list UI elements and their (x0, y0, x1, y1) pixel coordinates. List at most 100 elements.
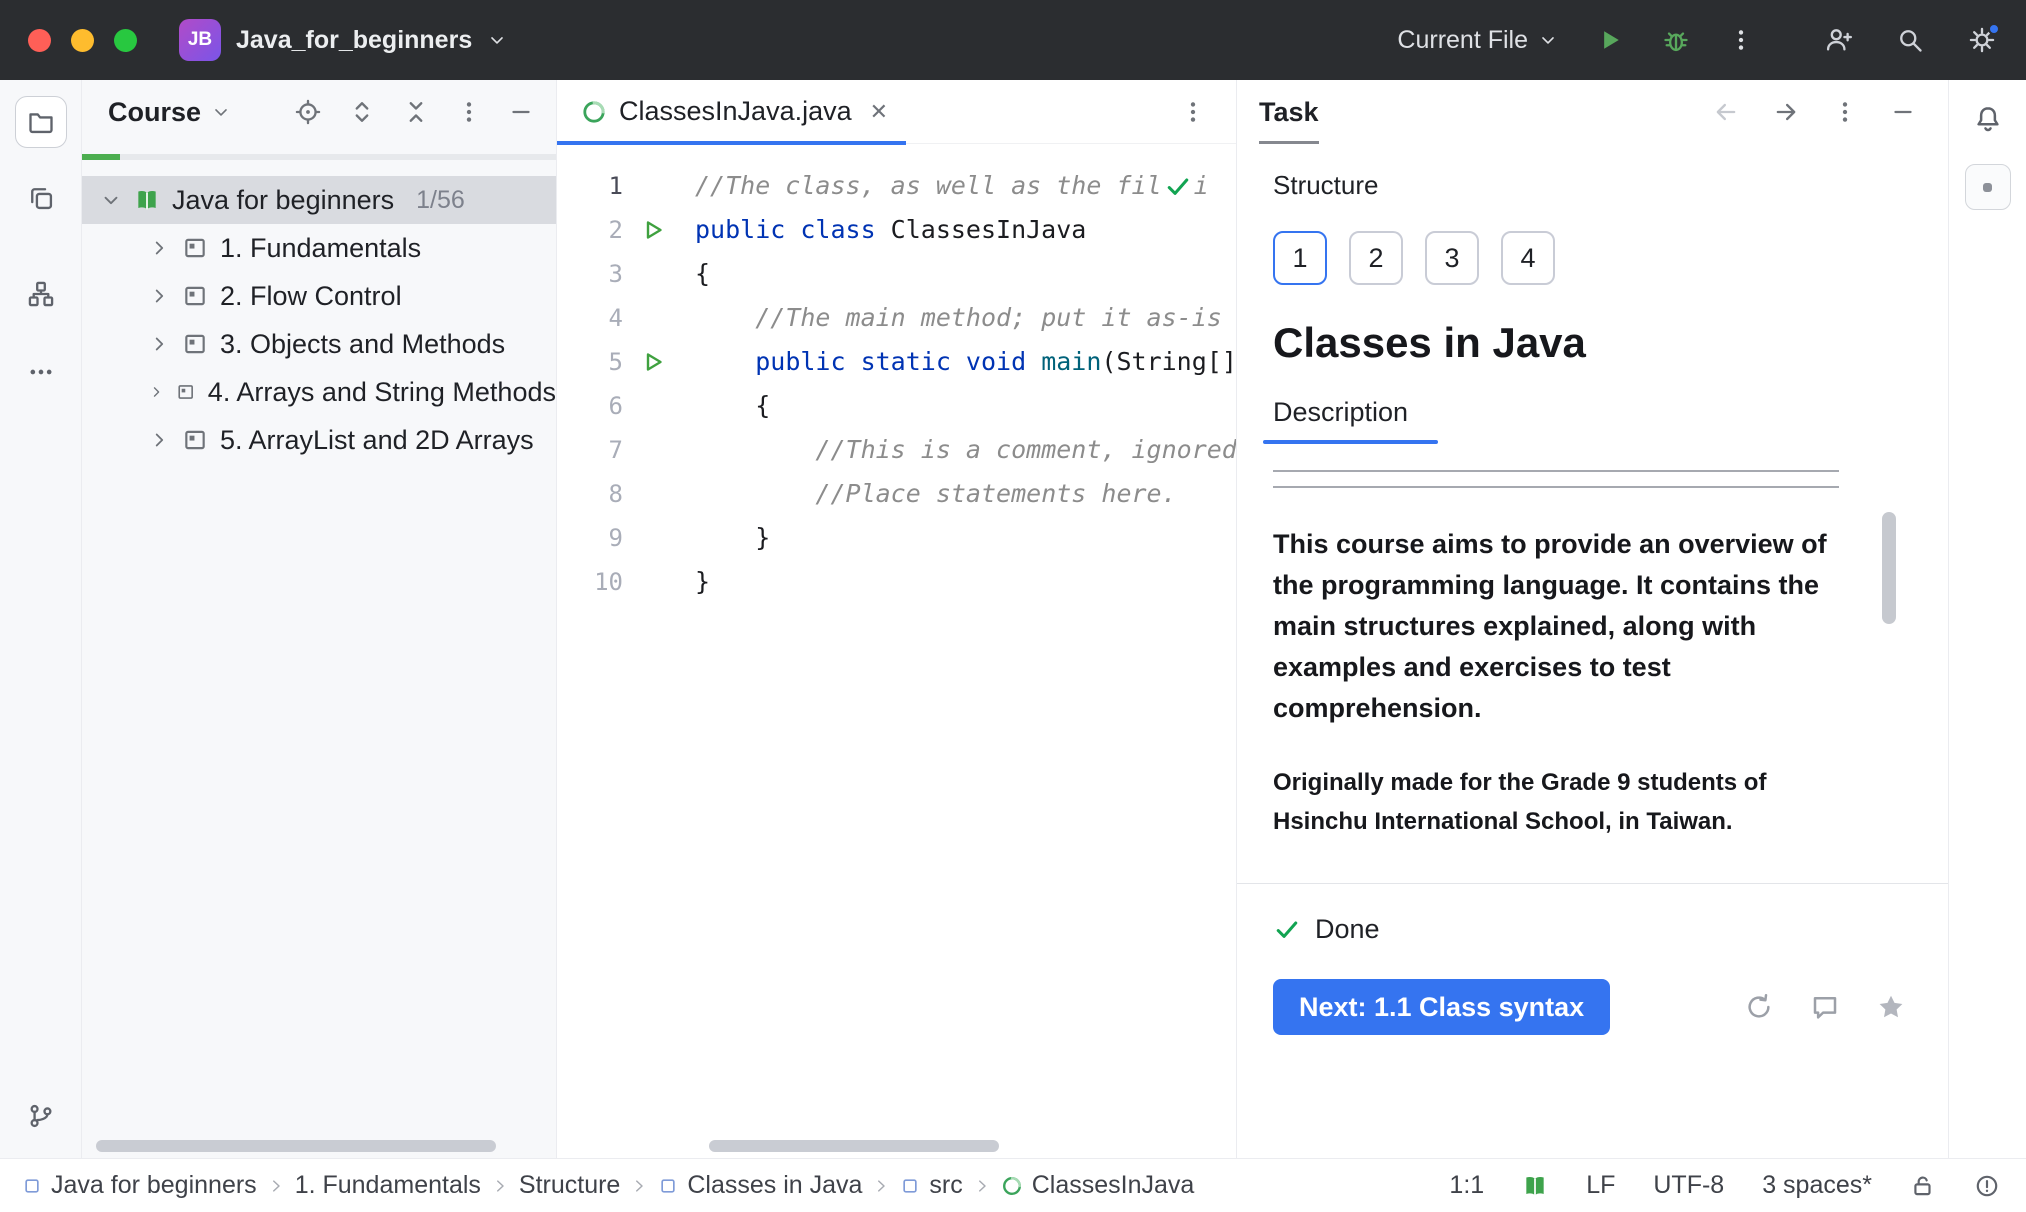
tree-item-lesson-1[interactable]: 1. Fundamentals (82, 224, 556, 272)
tree-item-lesson-3[interactable]: 3. Objects and Methods (82, 320, 556, 368)
line-number: 6 (608, 392, 623, 420)
breadcrumb-item[interactable]: Java for beginners (22, 1171, 257, 1200)
hide-panel-icon[interactable] (1890, 99, 1916, 125)
chevron-down-icon[interactable] (100, 189, 122, 211)
tree-item-lesson-4[interactable]: 4. Arrays and String Methods (82, 368, 556, 416)
code-text: { (695, 391, 771, 420)
course-panel-title: Course (108, 96, 202, 127)
version-control-button[interactable] (15, 1094, 67, 1138)
run-toolbar: Current File (1397, 26, 1754, 55)
forward-arrow-icon[interactable] (1772, 98, 1800, 126)
editor-options-icon[interactable] (1180, 99, 1206, 125)
lock-icon[interactable] (1910, 1173, 1936, 1199)
task-step-3[interactable]: 3 (1425, 231, 1479, 285)
encoding-widget[interactable]: UTF-8 (1653, 1171, 1724, 1200)
project-tool-window-button[interactable] (14, 96, 67, 148)
horizontal-scrollbar[interactable] (96, 1140, 496, 1152)
task-panel: Task Structure 1 2 3 4 Classes in Java D… (1236, 80, 1948, 1158)
run-button-icon[interactable] (1596, 26, 1624, 54)
description-note: Originally made for the Grade 9 students… (1273, 769, 1767, 835)
code-area[interactable]: 1 2 3 4 5 6 7 8 9 10 //The class, as wel… (557, 144, 1236, 1158)
tab-description[interactable]: Description (1262, 397, 1439, 444)
code-line[interactable]: //The main method; put it as-is (695, 296, 1236, 340)
gutter-row: 1 (557, 164, 695, 208)
task-step-2[interactable]: 2 (1349, 231, 1403, 285)
chevron-right-icon[interactable] (148, 285, 170, 307)
breadcrumb-item[interactable]: src (900, 1171, 963, 1200)
tree-item-label: 2. Flow Control (220, 280, 402, 311)
code-line[interactable]: //Place statements here. (695, 472, 1236, 516)
close-tab-icon[interactable]: ✕ (870, 100, 888, 123)
gutter-row: 4 (557, 296, 695, 340)
breadcrumb-item[interactable]: Structure (519, 1171, 620, 1200)
breadcrumb-item[interactable]: Classes in Java (658, 1171, 862, 1200)
code-line[interactable]: public class ClassesInJava (695, 208, 1236, 252)
chevron-right-icon[interactable] (148, 429, 170, 451)
run-config-selector[interactable]: Current File (1397, 26, 1558, 55)
code-line[interactable]: } (695, 516, 1236, 560)
code-line[interactable]: //The class, as well as the fil i (695, 164, 1236, 208)
select-opened-file-icon[interactable] (294, 98, 322, 126)
search-icon[interactable] (1896, 26, 1924, 54)
chevron-right-icon[interactable] (148, 237, 170, 259)
chevron-right-icon[interactable] (148, 333, 170, 355)
line-number: 10 (594, 568, 623, 596)
tree-item-course-root[interactable]: Java for beginners 1/56 (82, 176, 556, 224)
chevron-right-icon[interactable] (148, 381, 164, 403)
course-panel-toolbar (294, 98, 534, 126)
notifications-bell-icon[interactable] (1973, 104, 2003, 134)
vertical-scrollbar[interactable] (1882, 512, 1896, 624)
breadcrumb-item[interactable]: 1. Fundamentals (295, 1171, 481, 1200)
course-book-icon[interactable] (1522, 1173, 1548, 1199)
project-name: Java_for_beginners (236, 25, 473, 54)
ide-window: JB Java_for_beginners Current File Cours… (0, 0, 2026, 1212)
run-method-icon[interactable] (641, 350, 665, 374)
next-task-button[interactable]: Next: 1.1 Class syntax (1273, 979, 1611, 1035)
code-line[interactable]: public static void main(String[] (695, 340, 1236, 384)
task-step-1[interactable]: 1 (1273, 231, 1327, 285)
minimize-window-button[interactable] (71, 28, 94, 52)
panel-options-icon[interactable] (456, 99, 482, 125)
back-arrow-icon[interactable] (1712, 98, 1740, 126)
fullscreen-window-button[interactable] (114, 28, 137, 52)
more-options-icon[interactable] (1728, 27, 1754, 53)
tab-title: ClassesInJava.java (619, 96, 852, 126)
star-icon[interactable] (1876, 992, 1906, 1022)
breadcrumb-label: 1. Fundamentals (294, 1171, 481, 1199)
close-window-button[interactable] (28, 28, 51, 52)
collapse-all-icon[interactable] (402, 98, 430, 126)
expand-all-icon[interactable] (348, 98, 376, 126)
lesson-name: Structure (1273, 170, 1379, 200)
tool-window-stripe-button[interactable] (1964, 164, 2011, 210)
tree-item-lesson-2[interactable]: 2. Flow Control (82, 272, 556, 320)
code-line[interactable]: { (695, 384, 1236, 428)
structure-tool-window-button[interactable] (15, 272, 67, 316)
reset-task-icon[interactable] (1744, 992, 1774, 1022)
more-tool-windows-button[interactable] (15, 350, 67, 394)
chevron-down-icon[interactable] (211, 102, 231, 122)
code-lines[interactable]: //The class, as well as the fil i public … (695, 164, 1236, 1158)
task-step-4[interactable]: 4 (1501, 231, 1555, 285)
horizontal-scrollbar[interactable] (709, 1140, 999, 1152)
code-line[interactable]: //This is a comment, ignored (695, 428, 1236, 472)
run-class-icon[interactable] (641, 218, 665, 242)
line-separator-widget[interactable]: LF (1586, 1171, 1615, 1200)
add-user-icon[interactable] (1824, 26, 1852, 54)
problems-indicator-icon[interactable] (1974, 1173, 2000, 1199)
editor-tab-classesinjava[interactable]: ClassesInJava.java ✕ (557, 80, 907, 145)
commit-tool-window-button[interactable] (15, 176, 67, 220)
tree-item-lesson-5[interactable]: 5. ArrayList and 2D Arrays (82, 416, 556, 464)
settings-button[interactable] (1968, 23, 2000, 54)
breadcrumb-item[interactable]: ClassesInJava (1001, 1171, 1194, 1200)
code-line[interactable]: } (695, 560, 1236, 604)
project-selector[interactable]: JB Java_for_beginners (179, 19, 507, 61)
caret-position-widget[interactable]: 1:1 (1449, 1171, 1484, 1200)
code-line[interactable]: { (695, 252, 1236, 296)
comment-icon[interactable] (1810, 992, 1840, 1022)
indent-widget[interactable]: 3 spaces* (1762, 1171, 1872, 1200)
panel-options-icon[interactable] (1832, 99, 1858, 125)
hide-panel-icon[interactable] (508, 99, 534, 125)
inspections-ok-icon[interactable] (1163, 173, 1192, 201)
debug-button-icon[interactable] (1662, 26, 1690, 54)
gutter-row: 2 (557, 208, 695, 252)
